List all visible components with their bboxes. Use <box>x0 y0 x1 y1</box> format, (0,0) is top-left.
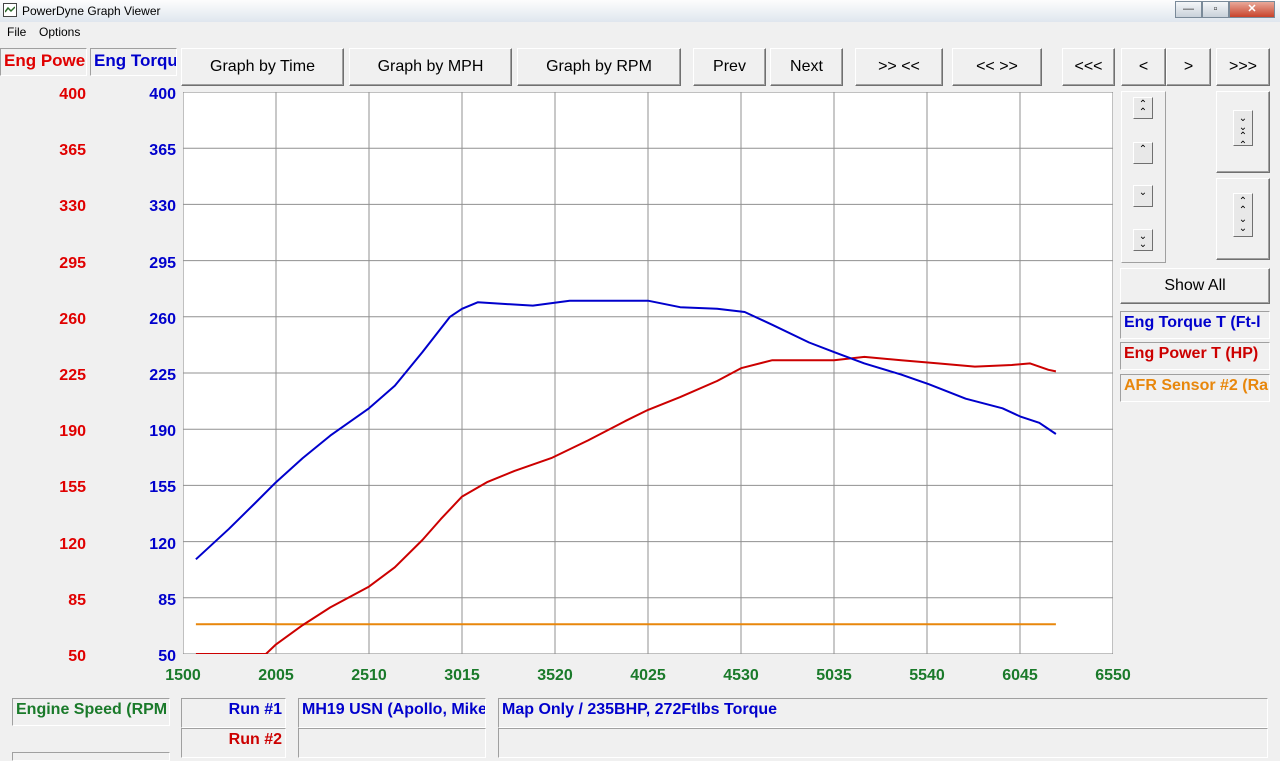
x-tick-label: 4025 <box>630 667 666 684</box>
left-y-tick-label: 400 <box>59 86 86 103</box>
x-tick-label: 6045 <box>1002 667 1038 684</box>
graph-by-rpm-button[interactable]: Graph by RPM <box>517 48 681 86</box>
last-page-button[interactable]: >>> <box>1216 48 1270 86</box>
right-y-tick-label: 365 <box>149 142 176 160</box>
right-y-tick-label: 120 <box>149 535 176 553</box>
left-y-tick-label: 190 <box>59 423 86 441</box>
legend-power[interactable]: Eng Power T (HP) <box>1120 342 1270 370</box>
app-icon <box>3 3 17 17</box>
left-y-tick-label: 85 <box>68 591 86 609</box>
run1-label: Run #1 <box>181 698 286 728</box>
x-tick-label: 6550 <box>1095 667 1131 684</box>
vertical-expand-button[interactable]: ⌃ ⌃ ⌄ ⌄ <box>1216 178 1270 260</box>
x-tick-label: 5035 <box>816 667 852 684</box>
x-tick-label: 3015 <box>444 667 480 684</box>
right-y-tick-label: 50 <box>158 648 176 665</box>
close-button[interactable]: ✕ <box>1229 1 1275 18</box>
run2-label: Run #2 <box>181 728 286 758</box>
legend-afr[interactable]: AFR Sensor #2 (Ra <box>1120 374 1270 402</box>
right-y-tick-label: 260 <box>149 310 176 328</box>
first-page-button[interactable]: <<< <box>1062 48 1115 86</box>
step-back-button[interactable]: < <box>1121 48 1166 86</box>
x-tick-label: 4530 <box>723 667 759 684</box>
x-tick-label: 1500 <box>165 667 201 684</box>
maximize-button[interactable]: ▫ <box>1202 1 1229 18</box>
right-y-tick-label: 225 <box>149 367 176 384</box>
right-y-tick-label: 155 <box>149 479 176 497</box>
zoom-in-button[interactable]: >> << <box>855 48 943 86</box>
x-tick-label: 3520 <box>537 667 573 684</box>
left-y-tick-label: 365 <box>59 142 86 160</box>
graph-by-mph-button[interactable]: Graph by MPH <box>349 48 512 86</box>
left-y-tick-label: 295 <box>59 254 86 272</box>
run2-description <box>498 728 1268 758</box>
right-y-tick-label: 295 <box>149 254 176 272</box>
x-tick-label: 2005 <box>258 667 294 684</box>
left-y-tick-label: 155 <box>59 479 86 497</box>
left-y-tick-label: 50 <box>68 648 86 665</box>
run1-description: Map Only / 235BHP, 272Ftlbs Torque <box>498 698 1268 728</box>
right-axis-channel-label[interactable]: Eng Torqu <box>90 48 177 76</box>
menu-options[interactable]: Options <box>39 25 80 39</box>
vertical-scroll-group <box>1121 91 1166 263</box>
minimize-button[interactable]: — <box>1175 1 1202 18</box>
run2-vehicle <box>298 728 486 758</box>
legend-torque[interactable]: Eng Torque T (Ft-l <box>1120 311 1270 339</box>
x-channel-label[interactable]: Engine Speed (RPM <box>12 698 170 726</box>
left-y-tick-label: 225 <box>59 367 86 384</box>
compress-vertical-icon: ⌄ ⌄ ⌃ ⌃ <box>1233 110 1253 151</box>
title-bar: PowerDyne Graph Viewer — ▫ ✕ <box>0 0 1280 23</box>
next-button[interactable]: Next <box>770 48 843 86</box>
expand-vertical-icon: ⌃ ⌃ ⌄ ⌄ <box>1233 193 1253 237</box>
menu-file[interactable]: File <box>7 25 26 39</box>
bottom-left-blank-panel <box>12 752 170 761</box>
right-y-tick-label: 190 <box>149 423 176 441</box>
menu-bar: File Options <box>0 22 1280 41</box>
left-y-tick-label: 120 <box>59 535 86 553</box>
x-tick-label: 5540 <box>909 667 945 684</box>
left-y-tick-label: 260 <box>59 310 86 328</box>
run1-vehicle: MH19 USN (Apollo, Mike <box>298 698 486 728</box>
right-y-tick-label: 330 <box>149 198 176 216</box>
right-y-tick-label: 85 <box>158 591 176 609</box>
prev-button[interactable]: Prev <box>693 48 766 86</box>
show-all-button[interactable]: Show All <box>1120 268 1270 304</box>
x-tick-label: 2510 <box>351 667 387 684</box>
plot-area <box>183 92 1113 654</box>
zoom-out-button[interactable]: << >> <box>952 48 1042 86</box>
right-y-tick-label: 400 <box>149 86 176 103</box>
graph-by-time-button[interactable]: Graph by Time <box>181 48 344 86</box>
vertical-shrink-button[interactable]: ⌄ ⌄ ⌃ ⌃ <box>1216 91 1270 173</box>
step-forward-button[interactable]: > <box>1166 48 1211 86</box>
left-y-tick-label: 330 <box>59 198 86 216</box>
window-title: PowerDyne Graph Viewer <box>22 4 161 18</box>
left-axis-channel-label[interactable]: Eng Powe <box>0 48 87 76</box>
